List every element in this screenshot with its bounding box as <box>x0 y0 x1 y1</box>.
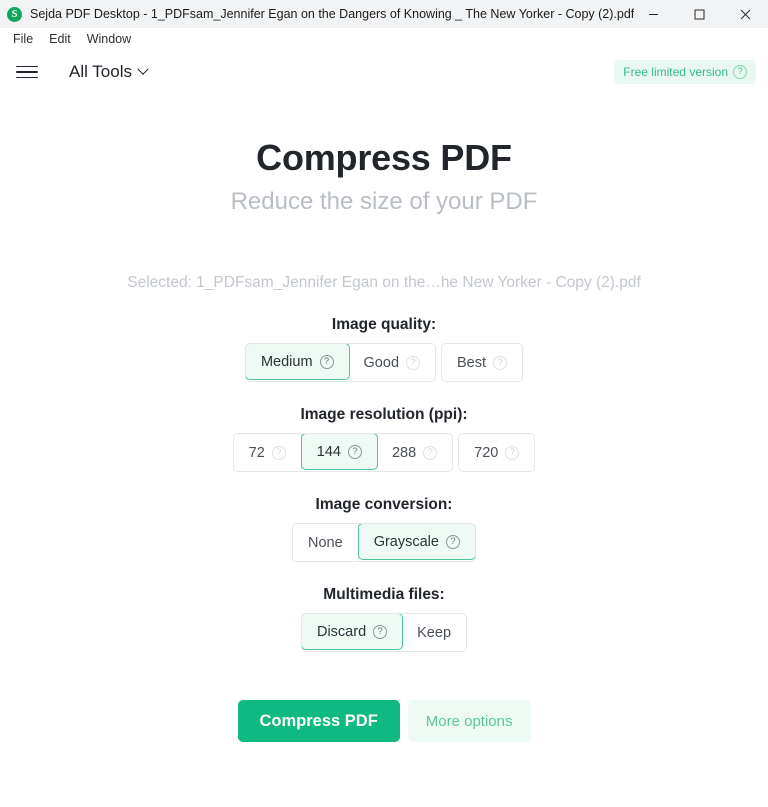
help-circle-icon[interactable]: ? <box>445 534 460 549</box>
help-circle-icon[interactable]: ? <box>423 445 438 460</box>
option-label: Best <box>457 354 487 371</box>
option-quality-good[interactable]: Good ? <box>348 344 436 381</box>
option-label: 288 <box>391 444 417 461</box>
image-quality-group-2: Best ? <box>441 343 524 382</box>
option-label: None <box>308 534 343 551</box>
selected-file-label: Selected: 1_PDFsam_Jennifer Egan on the…… <box>127 274 641 291</box>
free-version-label: Free limited version <box>623 65 728 79</box>
help-circle-icon[interactable]: ? <box>271 445 286 460</box>
multimedia-files-group-1: Discard ? Keep <box>300 613 468 652</box>
image-resolution-group-1: 72 ? 144 ? 288 ? <box>232 433 454 472</box>
option-conversion-grayscale[interactable]: Grayscale ? <box>357 524 475 560</box>
option-quality-medium[interactable]: Medium ? <box>245 344 350 380</box>
menu-item-window[interactable]: Window <box>80 30 138 48</box>
window-title: Sejda PDF Desktop - 1_PDFsam_Jennifer Eg… <box>30 7 635 21</box>
window-controls <box>630 0 768 28</box>
title-bar: S Sejda PDF Desktop - 1_PDFsam_Jennifer … <box>0 0 768 28</box>
free-version-badge[interactable]: Free limited version ? <box>614 60 756 84</box>
option-label: 720 <box>474 444 499 461</box>
image-quality-label: Image quality: <box>331 316 437 333</box>
help-circle-icon[interactable]: ? <box>733 65 747 79</box>
image-quality-group-1: Medium ? Good ? <box>244 343 437 382</box>
close-icon[interactable] <box>722 0 768 28</box>
main-content: Compress PDF Reduce the size of your PDF… <box>0 94 768 742</box>
option-label: Keep <box>417 624 452 641</box>
option-label: Good <box>363 354 400 371</box>
image-resolution-group-2: 720 ? <box>458 433 536 472</box>
menu-item-file[interactable]: File <box>6 30 40 48</box>
more-options-button[interactable]: More options <box>407 700 531 742</box>
help-circle-icon[interactable]: ? <box>347 444 362 459</box>
page-subtitle: Reduce the size of your PDF <box>230 188 538 215</box>
help-circle-icon[interactable]: ? <box>373 624 388 639</box>
option-resolution-144[interactable]: 144 ? <box>300 434 378 470</box>
help-circle-icon[interactable]: ? <box>493 355 508 370</box>
option-multimedia-keep[interactable]: Keep <box>402 614 467 651</box>
option-label: 72 <box>248 444 265 461</box>
option-quality-best[interactable]: Best ? <box>442 344 523 381</box>
action-bar: Compress PDF More options <box>0 700 768 742</box>
image-conversion-group-1: None Grayscale ? <box>292 523 476 562</box>
app-toolbar: All Tools Free limited version ? <box>0 50 768 94</box>
all-tools-button[interactable]: All Tools <box>69 62 149 82</box>
chevron-down-icon <box>137 63 149 75</box>
page-title: Compress PDF <box>256 137 512 178</box>
maximize-icon[interactable] <box>676 0 722 28</box>
all-tools-label: All Tools <box>69 62 132 81</box>
image-resolution-label: Image resolution (ppi): <box>300 406 468 423</box>
option-image-resolution: Image resolution (ppi): 72 ? 144 ? 288 ? <box>0 406 768 472</box>
image-resolution-options: 72 ? 144 ? 288 ? 720 ? <box>0 433 768 472</box>
option-label: Grayscale <box>373 533 439 550</box>
option-resolution-288[interactable]: 288 ? <box>376 434 453 471</box>
option-resolution-72[interactable]: 72 ? <box>233 434 302 471</box>
option-label: 144 <box>316 443 341 460</box>
option-image-conversion: Image conversion: None Grayscale ? <box>0 496 768 562</box>
help-circle-icon[interactable]: ? <box>406 355 421 370</box>
option-conversion-none[interactable]: None <box>293 524 359 561</box>
multimedia-files-label: Multimedia files: <box>323 586 445 603</box>
image-conversion-label: Image conversion: <box>315 496 453 513</box>
image-quality-options: Medium ? Good ? Best ? <box>0 343 768 382</box>
minimize-icon[interactable] <box>630 0 676 28</box>
hamburger-icon[interactable] <box>16 61 38 83</box>
multimedia-files-options: Discard ? Keep <box>0 613 768 652</box>
sejda-logo-icon: S <box>7 6 22 22</box>
menu-item-edit[interactable]: Edit <box>42 30 78 48</box>
option-resolution-720[interactable]: 720 ? <box>459 434 535 471</box>
option-multimedia-discard[interactable]: Discard ? <box>301 614 404 650</box>
option-label: Medium <box>260 353 313 370</box>
option-image-quality: Image quality: Medium ? Good ? Best ? <box>0 316 768 382</box>
option-multimedia-files: Multimedia files: Discard ? Keep <box>0 586 768 652</box>
help-circle-icon[interactable]: ? <box>505 445 520 460</box>
option-label: Discard <box>316 623 367 640</box>
help-circle-icon[interactable]: ? <box>319 354 334 369</box>
compress-pdf-button[interactable]: Compress PDF <box>237 700 400 742</box>
image-conversion-options: None Grayscale ? <box>0 523 768 562</box>
menu-bar: File Edit Window <box>0 28 768 50</box>
